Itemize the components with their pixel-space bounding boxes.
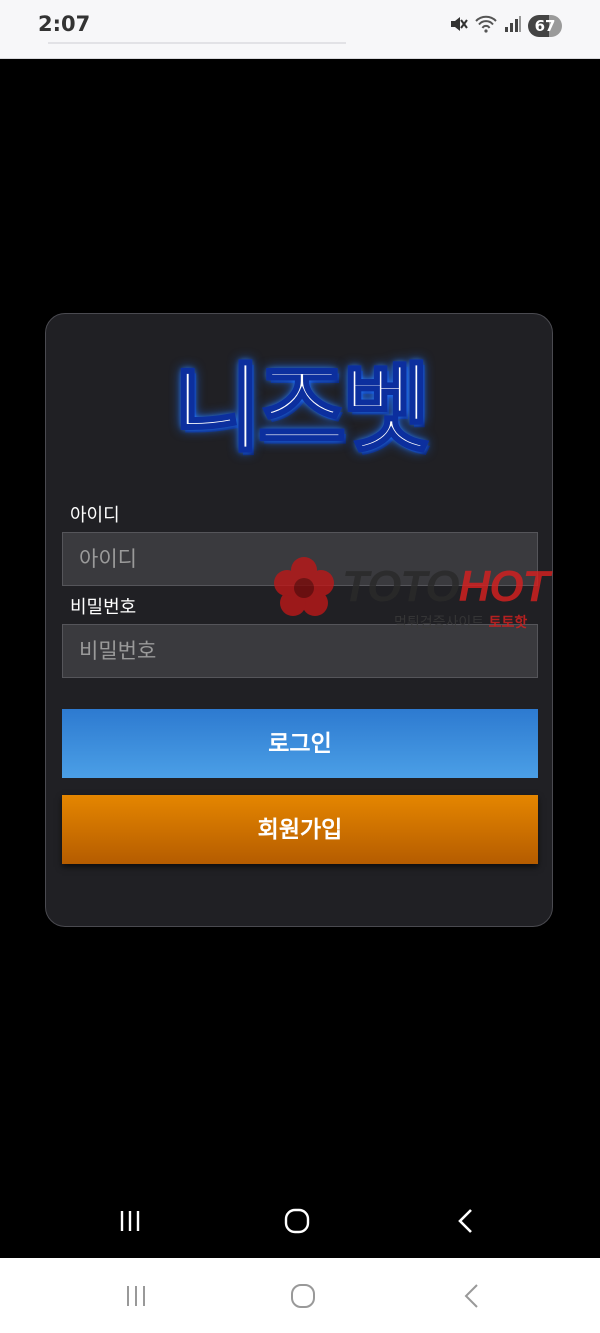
watermark-brand-part1: TOTO <box>342 562 460 611</box>
navigation-bar-dark <box>0 1185 600 1257</box>
watermark-tagline: 먹튀검증사이트 토토핫 <box>394 612 527 632</box>
signal-icon <box>504 15 522 37</box>
status-icons: 67 <box>448 14 562 38</box>
watermark-tagline-red: 토토핫 <box>488 615 528 631</box>
watermark: TOTOHOT 먹튀검증사이트 토토핫 <box>272 556 600 636</box>
home-icon[interactable] <box>267 1185 327 1257</box>
status-time: 2:07 <box>38 12 91 36</box>
recent-apps-icon[interactable] <box>100 1185 160 1257</box>
signup-button[interactable]: 회원가입 <box>62 795 538 864</box>
back-icon[interactable] <box>436 1185 496 1257</box>
battery-indicator: 67 <box>528 15 562 37</box>
status-bar: 2:07 67 <box>0 0 600 59</box>
navigation-bar-light <box>0 1258 600 1333</box>
site-logo: 니즈벳 <box>172 353 432 466</box>
watermark-flower-icon <box>272 556 336 624</box>
watermark-brand-part2: HOT <box>458 562 550 611</box>
watermark-brand: TOTOHOT <box>342 562 550 612</box>
login-button[interactable]: 로그인 <box>62 709 538 778</box>
mute-icon <box>448 14 468 38</box>
status-divider <box>48 42 346 44</box>
wifi-icon <box>474 14 498 38</box>
recent-apps-icon[interactable] <box>106 1260 166 1332</box>
id-label: 아이디 <box>70 505 120 526</box>
password-label: 비밀번호 <box>70 597 137 618</box>
watermark-tagline-text: 먹튀검증사이트 <box>394 615 485 631</box>
back-icon[interactable] <box>442 1260 502 1332</box>
home-icon[interactable] <box>273 1260 333 1332</box>
